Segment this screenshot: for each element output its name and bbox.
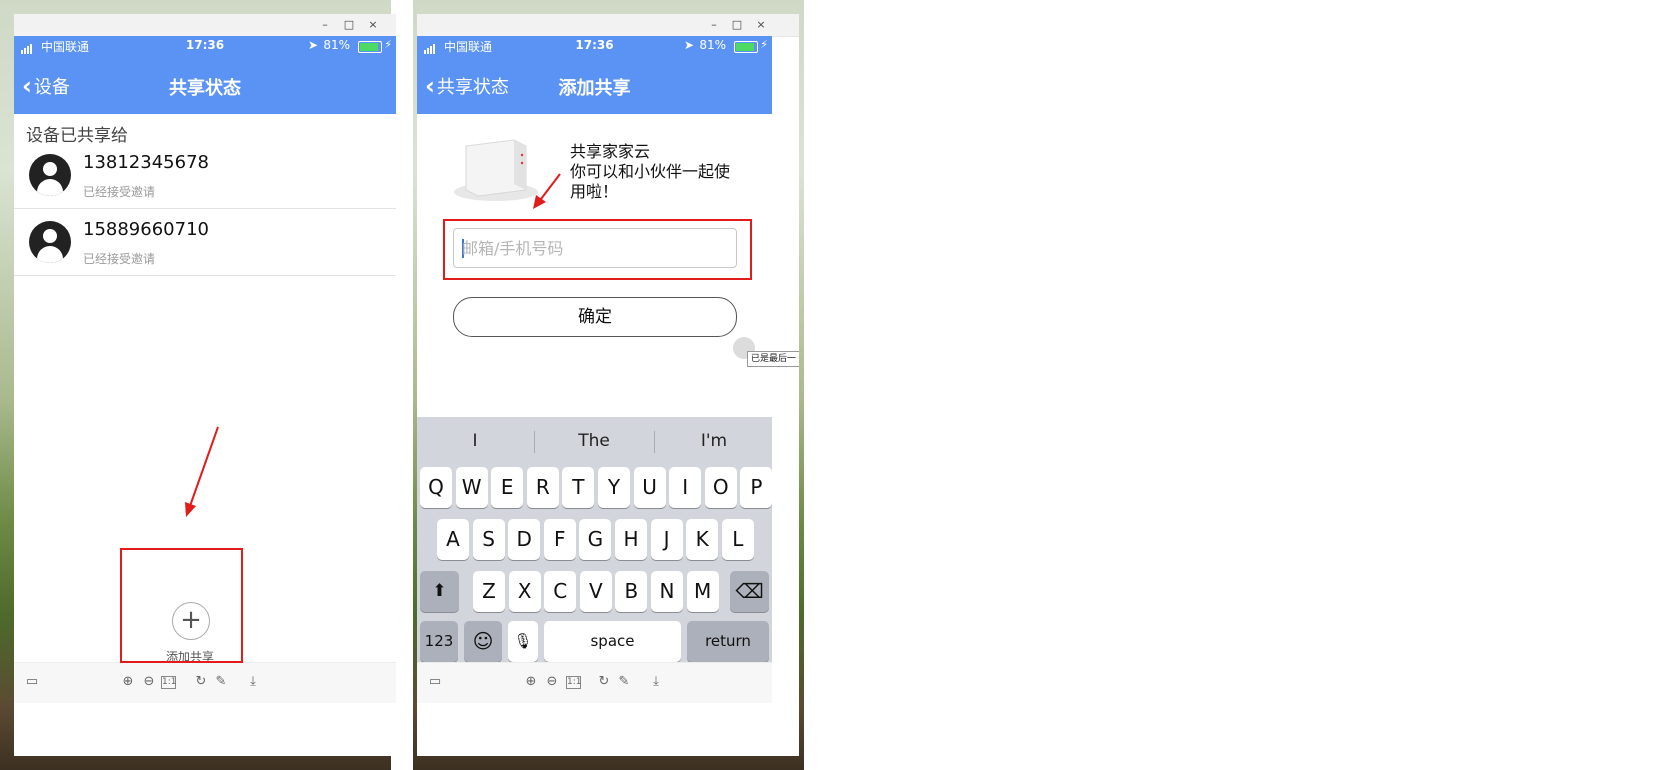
- emoji-key[interactable]: ☺: [464, 621, 502, 662]
- status-bar: 中国联通 17:36 ➤ 81% ⚡: [417, 36, 772, 56]
- avatar-icon: [29, 221, 71, 263]
- share-text-line: 用啦！: [570, 182, 619, 201]
- letter-key-k[interactable]: K: [686, 519, 719, 560]
- user-phone: 13812345678: [83, 152, 209, 173]
- letter-key-z[interactable]: Z: [473, 571, 505, 612]
- letter-key-g[interactable]: G: [579, 519, 612, 560]
- letter-key-y[interactable]: Y: [598, 467, 630, 508]
- rotate-icon[interactable]: ↻: [193, 674, 209, 690]
- nav-bar: ‹ 设备 共享状态: [14, 56, 396, 114]
- avatar-icon: [29, 154, 71, 196]
- battery-icon: [358, 41, 382, 53]
- viewer-toolbar: ▭ ⊕ ⊖ 1:1 ↻ ✎ ⤓: [14, 662, 396, 703]
- download-icon[interactable]: ⤓: [245, 674, 261, 690]
- letter-key-h[interactable]: H: [615, 519, 647, 560]
- maximize-button[interactable]: □: [340, 16, 358, 34]
- letter-key-t[interactable]: T: [562, 467, 595, 508]
- letter-key-u[interactable]: U: [633, 467, 666, 508]
- window-titlebar: – □ ×: [417, 14, 799, 37]
- delete-key[interactable]: ⌫: [730, 571, 769, 612]
- letter-key-i[interactable]: I: [669, 467, 702, 508]
- letter-key-x[interactable]: X: [508, 571, 541, 612]
- letter-key-j[interactable]: J: [650, 519, 683, 560]
- actual-size-icon[interactable]: 1:1: [161, 676, 176, 689]
- letter-key-q[interactable]: Q: [420, 467, 452, 508]
- letter-key-w[interactable]: W: [455, 467, 488, 508]
- letter-key-b[interactable]: B: [615, 571, 648, 612]
- panel-icon[interactable]: ▭: [427, 674, 443, 690]
- share-description: 共享家家云 你可以和小伙伴一起使 用啦！: [570, 142, 730, 202]
- space-key[interactable]: space: [544, 621, 681, 662]
- letter-key-n[interactable]: N: [651, 571, 683, 612]
- letter-key-p[interactable]: P: [740, 467, 773, 508]
- battery-percent: 81%: [323, 38, 350, 52]
- minimize-button[interactable]: –: [705, 16, 723, 34]
- email-phone-input-box: [453, 228, 737, 268]
- minimize-button[interactable]: –: [316, 16, 334, 34]
- letter-key-a[interactable]: A: [437, 519, 469, 560]
- shared-user-row[interactable]: 13812345678 已经接受邀请: [14, 142, 396, 209]
- letter-key-c[interactable]: C: [544, 571, 577, 612]
- suggestion-bar: I The I'm: [417, 417, 772, 465]
- annotation-highlight-box: [120, 548, 243, 663]
- tooltip: 已是最后一: [747, 351, 799, 367]
- left-phone-window: – □ × 中国联通 17:36 ➤ 81% ⚡ ‹ 设备 共享状态 设备已共享…: [14, 14, 396, 756]
- charging-icon: ⚡: [760, 38, 768, 51]
- shift-key[interactable]: ⬆: [420, 571, 459, 612]
- viewer-toolbar: ▭ ⊕ ⊖ 1:1 ↻ ✎ ⤓: [417, 662, 772, 703]
- edit-icon[interactable]: ✎: [616, 674, 632, 690]
- close-button[interactable]: ×: [364, 16, 382, 34]
- user-phone: 15889660710: [83, 219, 209, 240]
- user-status: 已经接受邀请: [83, 185, 156, 199]
- email-phone-input[interactable]: [456, 231, 734, 265]
- status-bar: 中国联通 17:36 ➤ 81% ⚡: [14, 36, 396, 56]
- letter-key-m[interactable]: M: [686, 571, 719, 612]
- letter-key-d[interactable]: D: [508, 519, 541, 560]
- user-status: 已经接受邀请: [83, 252, 156, 266]
- nav-bar: ‹ 共享状态 添加共享: [417, 56, 772, 114]
- letter-key-l[interactable]: L: [721, 519, 754, 560]
- window-titlebar: – □ ×: [14, 14, 396, 37]
- panel-icon[interactable]: ▭: [24, 674, 40, 690]
- charging-icon: ⚡: [384, 38, 392, 51]
- suggestion-item[interactable]: I'm: [654, 431, 774, 451]
- microphone-key[interactable]: 🎙: [508, 621, 538, 662]
- battery-percent: 81%: [699, 38, 726, 52]
- letter-key-s[interactable]: S: [472, 519, 505, 560]
- actual-size-icon[interactable]: 1:1: [566, 676, 581, 689]
- letter-key-e[interactable]: E: [491, 467, 524, 508]
- letter-key-v[interactable]: V: [579, 571, 612, 612]
- suggestion-item[interactable]: The: [534, 431, 654, 451]
- share-text-line: 共享家家云: [570, 142, 651, 161]
- edit-icon[interactable]: ✎: [213, 674, 229, 690]
- right-phone-window: – □ × 中国联通 17:36 ➤ 81% ⚡ ‹ 共享状态 添加共享 共享家…: [417, 14, 799, 756]
- keyboard: I The I'm QWERTYUIOP ASDFGHJKL ZXCVBNM ⬆…: [417, 417, 773, 663]
- maximize-button[interactable]: □: [728, 16, 746, 34]
- shared-user-row[interactable]: 15889660710 已经接受邀请: [14, 209, 396, 276]
- zoom-in-icon[interactable]: ⊕: [120, 674, 136, 690]
- letter-key-f[interactable]: F: [543, 519, 576, 560]
- share-text-line: 你可以和小伙伴一起使: [570, 162, 731, 181]
- page-title: 添加共享: [558, 78, 631, 99]
- letter-key-r[interactable]: R: [526, 467, 559, 508]
- suggestion-item[interactable]: I: [417, 431, 535, 451]
- location-icon: ➤: [683, 38, 694, 52]
- page-title: 共享状态: [169, 78, 241, 99]
- zoom-in-icon[interactable]: ⊕: [523, 674, 539, 690]
- numbers-key[interactable]: 123: [420, 621, 458, 662]
- return-key[interactable]: return: [687, 621, 769, 662]
- battery-icon: [734, 41, 758, 53]
- zoom-out-icon[interactable]: ⊖: [544, 674, 560, 690]
- download-icon[interactable]: ⤓: [648, 674, 664, 690]
- zoom-out-icon[interactable]: ⊖: [141, 674, 157, 690]
- confirm-button[interactable]: 确定: [453, 297, 737, 337]
- close-button[interactable]: ×: [752, 16, 770, 34]
- location-icon: ➤: [307, 38, 318, 52]
- letter-key-o[interactable]: O: [704, 467, 737, 508]
- rotate-icon[interactable]: ↻: [596, 674, 612, 690]
- router-device-illustration: [454, 139, 538, 201]
